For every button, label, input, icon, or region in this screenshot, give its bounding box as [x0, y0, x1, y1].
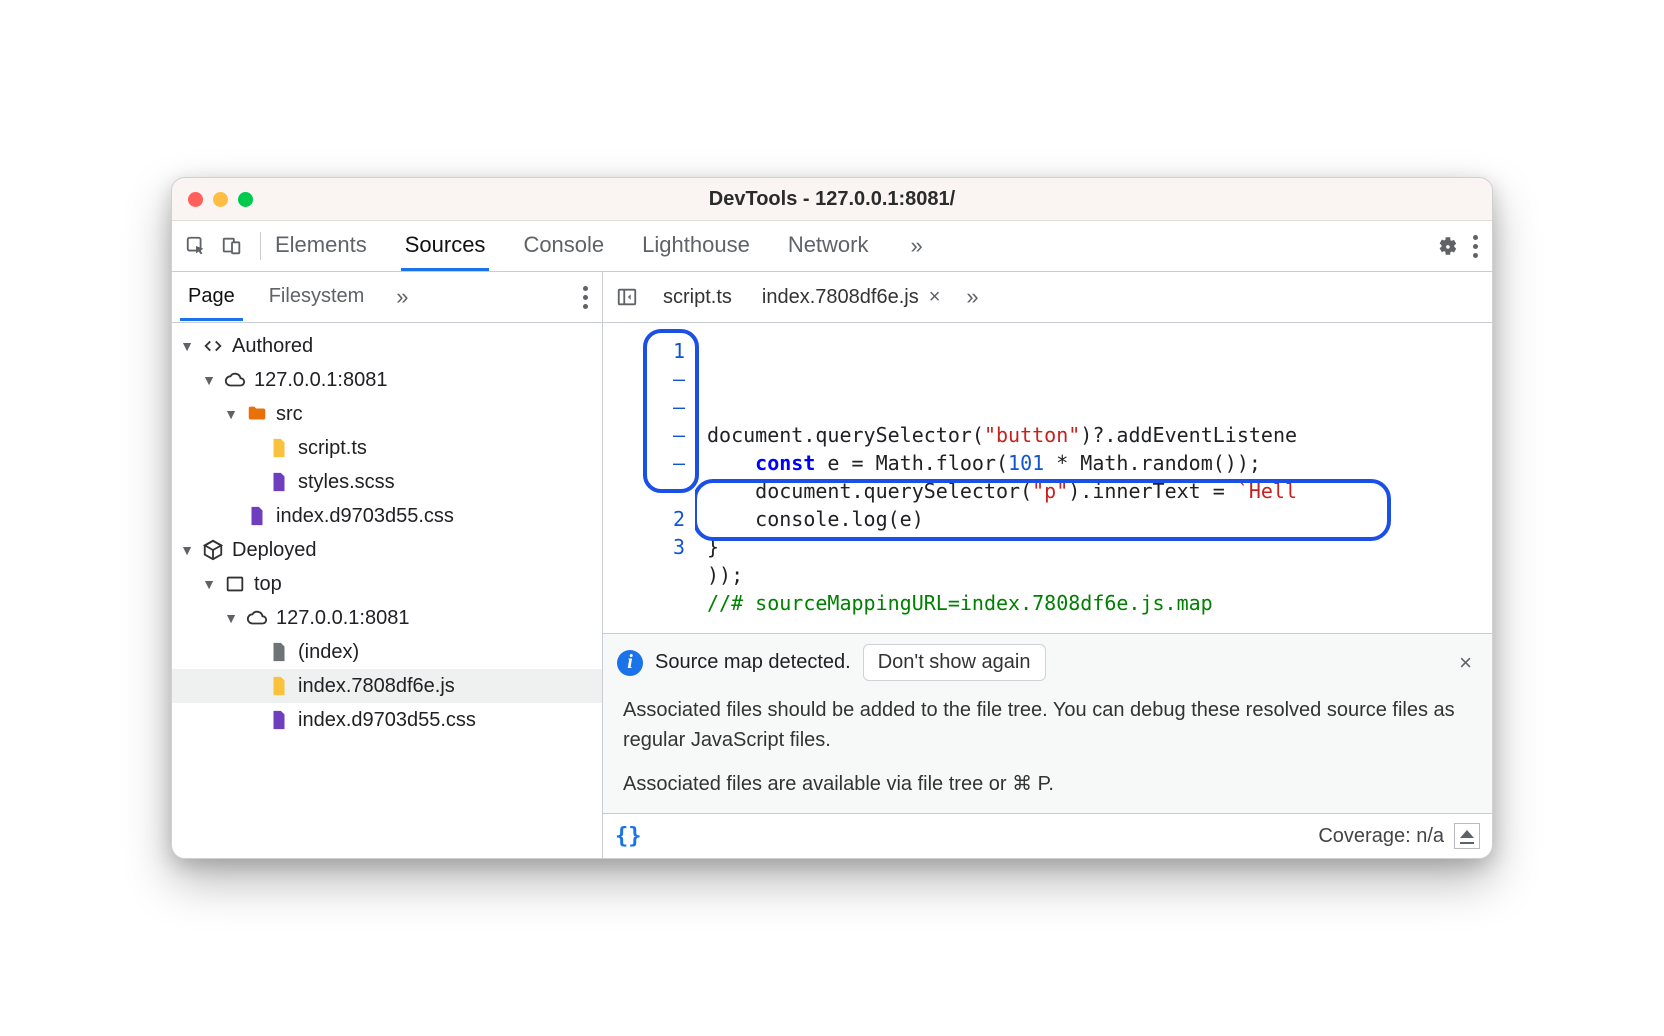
tree-label: Deployed: [232, 539, 317, 562]
tree-label: script.ts: [298, 437, 367, 460]
editor-tab-label: index.7808df6e.js: [762, 286, 919, 309]
info-icon: i: [617, 650, 643, 676]
tree-file[interactable]: styles.scss: [172, 465, 602, 499]
tree-label: 127.0.0.1:8081: [276, 607, 409, 630]
tree-label: src: [276, 403, 303, 426]
separator: [260, 232, 261, 260]
source-text[interactable]: document.querySelector("button")?.addEve…: [695, 323, 1492, 633]
tree-label: Authored: [232, 335, 313, 358]
infobar-title: Source map detected.: [655, 651, 851, 674]
inspect-icon[interactable]: [180, 230, 212, 262]
tree-file[interactable]: (index): [172, 635, 602, 669]
file-js-icon: [268, 675, 290, 697]
status-bar: {} Coverage: n/a: [603, 813, 1492, 858]
device-toggle-icon[interactable]: [216, 230, 248, 262]
tree-label: index.7808df6e.js: [298, 675, 455, 698]
folder-icon: [246, 403, 268, 425]
infobar-body: Associated files should be added to the …: [603, 691, 1492, 813]
panel-tabs: Elements Sources Console Lighthouse Netw…: [273, 222, 929, 270]
minimize-window-icon[interactable]: [213, 192, 228, 207]
nav-overflow-icon[interactable]: »: [390, 284, 414, 310]
cloud-icon: [224, 369, 246, 391]
titlebar: DevTools - 127.0.0.1:8081/: [172, 178, 1492, 221]
tree-label: (index): [298, 641, 359, 664]
navigator-tabs: Page Filesystem »: [172, 272, 602, 323]
tree-folder-src[interactable]: src: [172, 397, 602, 431]
traffic-lights: [172, 192, 253, 207]
editor-tab[interactable]: index.7808df6e.js ×: [752, 268, 950, 326]
main-toolbar: Elements Sources Console Lighthouse Netw…: [172, 221, 1492, 272]
tree-label: index.d9703d55.css: [298, 709, 476, 732]
dont-show-again-button[interactable]: Don't show again: [863, 644, 1046, 681]
gutter-line[interactable]: –: [603, 393, 685, 421]
file-css-icon: [268, 471, 290, 493]
cube-icon: [202, 539, 224, 561]
close-window-icon[interactable]: [188, 192, 203, 207]
infobar-text: Associated files are available via file …: [623, 769, 1472, 799]
tree-label: styles.scss: [298, 471, 395, 494]
infobar: i Source map detected. Don't show again …: [603, 633, 1492, 813]
zoom-window-icon[interactable]: [238, 192, 253, 207]
frame-icon: [224, 573, 246, 595]
file-css-icon: [268, 709, 290, 731]
panel-overflow-icon[interactable]: »: [905, 233, 929, 259]
pretty-print-icon[interactable]: {}: [615, 824, 642, 849]
window-title: DevTools - 127.0.0.1:8081/: [172, 188, 1492, 211]
tree-label: top: [254, 573, 282, 596]
tree-group-authored[interactable]: Authored: [172, 329, 602, 363]
tab-console[interactable]: Console: [521, 222, 606, 270]
show-drawer-icon[interactable]: [1454, 823, 1480, 849]
coverage-label: Coverage: n/a: [1318, 825, 1444, 848]
nav-tab-filesystem[interactable]: Filesystem: [261, 275, 373, 320]
gutter-line[interactable]: –: [603, 449, 685, 477]
more-menu-icon[interactable]: [1467, 229, 1484, 264]
gutter[interactable]: 1 – – – – 2 3: [603, 323, 695, 633]
tree-group-deployed[interactable]: Deployed: [172, 533, 602, 567]
nav-tab-page[interactable]: Page: [180, 275, 243, 320]
file-generic-icon: [268, 641, 290, 663]
tab-elements[interactable]: Elements: [273, 222, 369, 270]
close-icon[interactable]: ×: [1453, 650, 1478, 676]
gutter-line: [603, 477, 685, 505]
tree-label: index.d9703d55.css: [276, 505, 454, 528]
gear-icon[interactable]: [1431, 230, 1463, 262]
editor-overflow-icon[interactable]: »: [960, 284, 984, 310]
tree-file[interactable]: script.ts: [172, 431, 602, 465]
gutter-line[interactable]: 3: [603, 533, 685, 561]
tab-sources[interactable]: Sources: [403, 222, 488, 270]
file-js-icon: [268, 437, 290, 459]
tree-file[interactable]: index.d9703d55.css: [172, 703, 602, 737]
tree-host[interactable]: 127.0.0.1:8081: [172, 363, 602, 397]
gutter-line[interactable]: 1: [603, 337, 685, 365]
tree-file[interactable]: index.d9703d55.css: [172, 499, 602, 533]
file-css-icon: [246, 505, 268, 527]
code-view[interactable]: 1 – – – – 2 3 document.querySelector("bu…: [603, 323, 1492, 633]
gutter-line[interactable]: 2: [603, 505, 685, 533]
tree-label: 127.0.0.1:8081: [254, 369, 387, 392]
file-tree: Authored 127.0.0.1:8081 src script.ts st…: [172, 323, 602, 858]
tree-host[interactable]: 127.0.0.1:8081: [172, 601, 602, 635]
tree-file[interactable]: index.7808df6e.js: [172, 669, 602, 703]
gutter-line[interactable]: –: [603, 421, 685, 449]
code-tag-icon: [202, 335, 224, 357]
close-icon[interactable]: ×: [929, 286, 941, 309]
editor-tabs: script.ts index.7808df6e.js × »: [603, 272, 1492, 323]
tab-lighthouse[interactable]: Lighthouse: [640, 222, 752, 270]
editor: script.ts index.7808df6e.js × » 1 – – – …: [603, 272, 1492, 858]
editor-tab[interactable]: script.ts: [653, 268, 742, 326]
tree-top[interactable]: top: [172, 567, 602, 601]
infobar-text: Associated files should be added to the …: [623, 695, 1472, 755]
navigator: Page Filesystem » Authored 127.0.0.1:808…: [172, 272, 603, 858]
editor-tab-label: script.ts: [663, 286, 732, 309]
tab-network[interactable]: Network: [786, 222, 871, 270]
gutter-line[interactable]: –: [603, 365, 685, 393]
devtools-window: DevTools - 127.0.0.1:8081/ Elements Sour…: [171, 177, 1493, 859]
cloud-icon: [246, 607, 268, 629]
nav-more-icon[interactable]: [577, 280, 594, 315]
toggle-navigator-icon[interactable]: [611, 281, 643, 313]
